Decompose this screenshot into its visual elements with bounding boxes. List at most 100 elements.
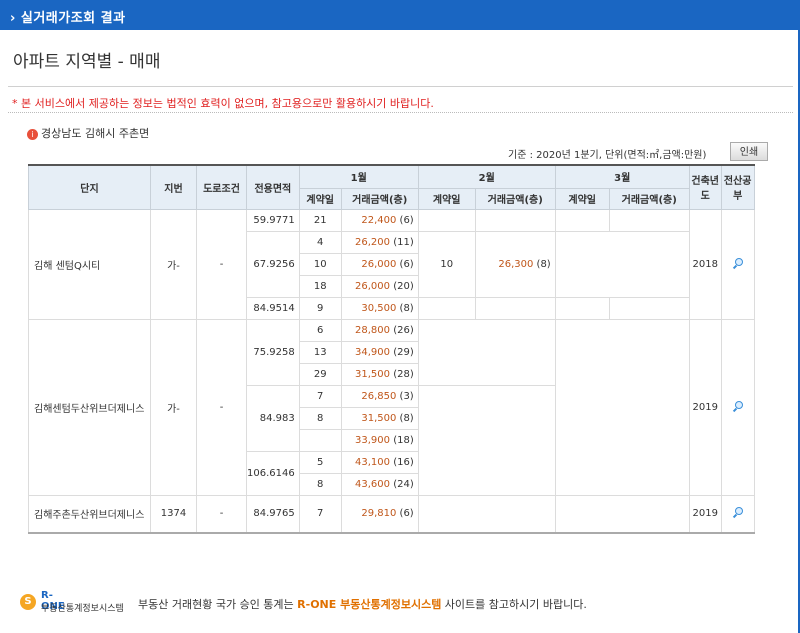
subheader-contract-day: 계약일 — [417, 187, 476, 210]
contract-day: 7 — [298, 494, 342, 534]
r-one-logo-icon: S — [20, 594, 36, 610]
contract-day: 8 — [298, 406, 342, 430]
floor-value: (6) — [399, 214, 414, 226]
floor-value: (6) — [399, 258, 414, 270]
floor-value: (8) — [536, 258, 551, 270]
logo-bottom-text: 부동산통계정보시스템 — [41, 604, 124, 614]
area-value: 84.9514 — [246, 296, 300, 320]
floor-value: (8) — [399, 412, 414, 424]
area-value: 106.6146 — [246, 450, 300, 496]
contract-day: 10 — [298, 252, 342, 276]
transaction-table: 단지 지번 도로조건 전용면적 1월 2월 3월 건축년도 전산공부 계약일 거… — [28, 164, 755, 534]
col-header-month1: 1월 — [298, 164, 419, 189]
amount-cell: 22,400 (6) — [340, 208, 419, 232]
amount-cell: 26,850 (3) — [340, 384, 419, 408]
amount-cell: 33,900 (18) — [340, 428, 419, 452]
floor-value: (18) — [393, 434, 414, 446]
amount-value: 31,500 — [361, 412, 397, 424]
area-value: 84.9765 — [246, 494, 300, 534]
amount-value: 22,400 — [361, 214, 397, 226]
col-header-month2: 2월 — [417, 164, 556, 189]
amount-value: 26,850 — [361, 390, 397, 402]
lot-number: 가- — [150, 208, 197, 320]
basis-text: 기준 : 2020년 1분기, 단위(면적:㎡,금액:만원) — [508, 150, 707, 161]
r-one-link[interactable]: R-ONE 부동산통계정보시스템 — [297, 598, 441, 611]
built-year: 2018 — [688, 208, 722, 320]
amount-cell — [608, 296, 690, 320]
floor-value: (20) — [393, 280, 414, 292]
contract-day — [554, 296, 610, 320]
area-value: 84.983 — [246, 384, 300, 452]
empty-month-cell — [554, 318, 690, 496]
col-header-lot: 지번 — [150, 164, 197, 210]
complex-name: 김해주촌두산위브더제니스 — [28, 494, 151, 534]
contract-day: 21 — [298, 208, 342, 232]
disclaimer-notice: * 본 서비스에서 제공하는 정보는 법적인 효력이 없으며, 참고용으로만 활… — [12, 97, 434, 110]
amount-value: 30,500 — [361, 302, 397, 314]
amount-value: 43,600 — [355, 478, 390, 490]
contract-day — [298, 428, 342, 452]
contract-day: 13 — [298, 340, 342, 364]
amount-value: 26,000 — [355, 280, 390, 292]
col-header-cadastre: 전산공부 — [720, 164, 755, 210]
road-condition: - — [196, 208, 247, 320]
amount-value: 29,810 — [361, 508, 397, 520]
amount-value: 43,100 — [355, 456, 390, 468]
subheader-amount: 거래금액(층) — [474, 187, 556, 210]
complex-name: 김해센텀두산위브더제니스 — [28, 318, 151, 496]
col-header-road: 도로조건 — [196, 164, 247, 210]
table-row: 김해 센텀Q시티 가- - 59.9771 21 22,400 (6) 2018 — [28, 208, 755, 320]
lot-number: 가- — [150, 318, 197, 496]
page-title: 아파트 지역별 - 매매 — [13, 52, 161, 72]
amount-cell: 31,500 (28) — [340, 362, 419, 386]
amount-cell: 26,000 (20) — [340, 274, 419, 298]
table-row: 김해센텀두산위브더제니스 가- - 75.9258 6 28,800 (26) … — [28, 318, 755, 496]
magnifier-icon[interactable] — [733, 400, 743, 411]
contract-day: 18 — [298, 274, 342, 298]
amount-value: 26,000 — [361, 258, 397, 270]
amount-value: 31,500 — [355, 368, 390, 380]
amount-cell: 34,900 (29) — [340, 340, 419, 364]
contract-day: 7 — [298, 384, 342, 408]
empty-month-cell — [554, 494, 690, 534]
col-header-built: 건축년도 — [688, 164, 722, 210]
print-button[interactable]: 인쇄 — [730, 142, 768, 161]
floor-value: (29) — [393, 346, 414, 358]
amount-cell: 43,600 (24) — [340, 472, 419, 496]
lot-number: 1374 — [150, 494, 197, 534]
contract-day: 4 — [298, 230, 342, 254]
empty-month-cell — [417, 494, 556, 534]
info-icon: i — [27, 128, 38, 140]
floor-value: (11) — [393, 236, 414, 248]
col-header-month3: 3월 — [554, 164, 690, 189]
floor-value: (3) — [399, 390, 414, 402]
area-value: 75.9258 — [246, 318, 300, 386]
magnifier-icon[interactable] — [733, 507, 743, 517]
col-header-complex: 단지 — [28, 164, 151, 210]
contract-day: 5 — [298, 450, 342, 474]
cadastre-cell — [720, 318, 755, 496]
footer-text-before: 부동산 거래현황 국가 승인 통계는 — [138, 598, 298, 611]
floor-value: (6) — [399, 508, 414, 520]
amount-value: 33,900 — [355, 434, 390, 446]
built-year: 2019 — [688, 318, 722, 496]
footer-notice: 부동산 거래현황 국가 승인 통계는 R-ONE 부동산통계정보시스템 사이트를… — [138, 596, 587, 612]
subheader-amount: 거래금액(층) — [340, 187, 419, 210]
floor-value: (16) — [393, 456, 414, 468]
subheader-contract-day: 계약일 — [298, 187, 342, 210]
road-condition: - — [196, 494, 247, 534]
amount-value: 28,800 — [355, 324, 390, 336]
contract-day: 9 — [298, 296, 342, 320]
table-row: 김해주촌두산위브더제니스 1374 - 84.9765 7 29,810 (6)… — [28, 494, 755, 534]
contract-day — [417, 208, 476, 232]
magnifier-icon[interactable] — [733, 257, 743, 268]
amount-cell: 26,000 (6) — [340, 252, 419, 276]
built-year: 2019 — [688, 494, 722, 534]
amount-cell — [474, 208, 556, 232]
floor-value: (24) — [393, 478, 414, 490]
contract-day: 29 — [298, 362, 342, 386]
amount-cell: 43,100 (16) — [340, 450, 419, 474]
dotted-divider — [8, 112, 793, 113]
title-bar: › 실거래가조회 결과 — [0, 0, 800, 30]
footer-text-after: 사이트를 참고하시기 바랍니다. — [441, 598, 587, 611]
